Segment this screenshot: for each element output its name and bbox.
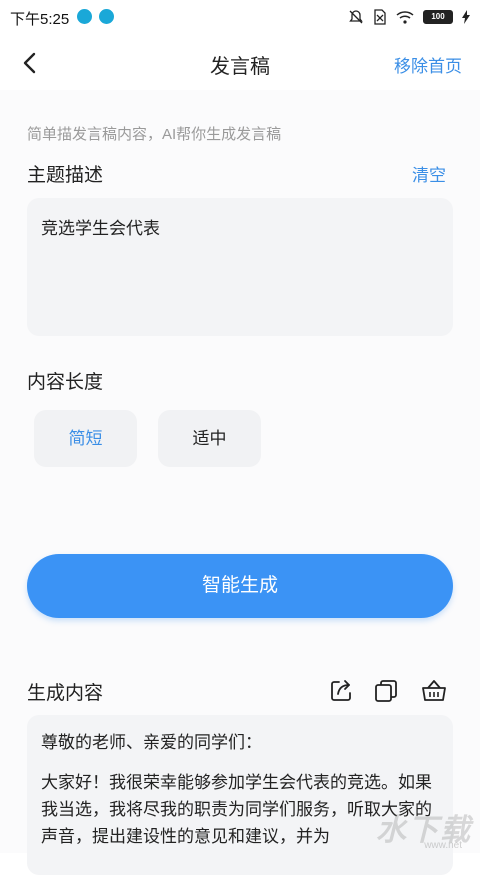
generate-button[interactable]: 智能生成 [27,554,453,618]
app-notification-icon [77,9,92,24]
battery-icon: 100 [423,10,453,24]
watermark-url: www.net [424,840,462,851]
wifi-icon [396,11,414,24]
length-label: 内容长度 [27,372,104,393]
status-icons: 100 [348,8,470,26]
hint-text: 简单描发言稿内容，AI帮你生成发言稿 [27,126,282,143]
result-paragraph: 尊敬的老师、亲爱的同学们： [41,733,262,752]
charging-icon [462,10,470,24]
remove-homepage-button[interactable]: 移除首页 [394,52,462,77]
topic-input[interactable]: 竞选学生会代表 [27,198,453,336]
share-icon[interactable] [328,678,354,704]
length-option-short[interactable]: 简短 [34,410,137,467]
copy-icon[interactable] [373,678,399,704]
clear-button[interactable]: 清空 [412,161,446,186]
main-content: 简单描发言稿内容，AI帮你生成发言稿 主题描述 清空 竞选学生会代表 内容长度 … [0,90,480,875]
status-bar: 下午5:25 100 [0,0,480,34]
result-text-box[interactable]: 尊敬的老师、亲爱的同学们： 大家好！我很荣幸能够参加学生会代表的竞选。如果我当选… [27,715,453,875]
status-time: 下午5:25 [10,11,70,28]
result-label: 生成内容 [27,683,104,704]
length-option-medium[interactable]: 适中 [158,410,261,467]
topic-label: 主题描述 [27,165,104,186]
nav-bar: 发言稿 移除首页 [0,38,480,88]
app-notification-icon [99,9,114,24]
basket-icon[interactable] [421,678,447,704]
bell-off-icon [349,10,363,24]
sim-off-icon [374,9,386,25]
